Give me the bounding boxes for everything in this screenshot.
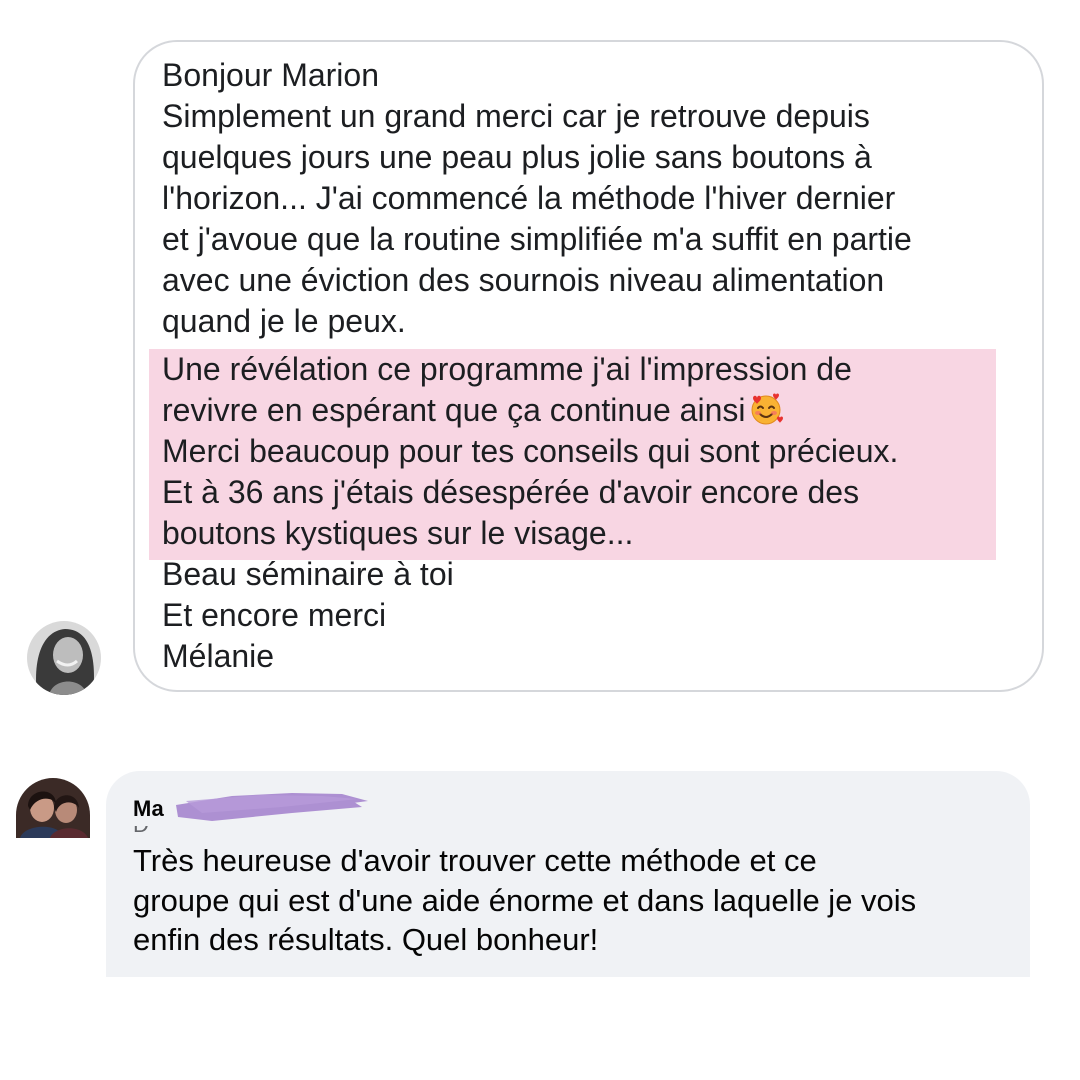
message-line: Merci beaucoup pour tes conseils qui son… (162, 433, 899, 469)
sender-avatar[interactable] (27, 621, 101, 695)
message-line: revivre en espérant que ça continue ains… (162, 390, 898, 431)
message-line: l'horizon... J'ai commencé la méthode l'… (162, 180, 896, 216)
redaction-scribble (176, 793, 368, 821)
message-line: Et à 36 ans j'étais désespérée d'avoir e… (162, 474, 860, 510)
smiling-face-with-hearts-emoji (749, 392, 784, 426)
message-line: et j'avoue que la routine simplifiée m'a… (162, 221, 912, 257)
comment-line: groupe qui est d'une aide énorme et dans… (133, 882, 917, 918)
message-line: boutons kystiques sur le visage... (162, 515, 634, 551)
comment-author-subtitle-text: D (133, 826, 253, 836)
message-line-text: revivre en espérant que ça continue ains… (162, 392, 746, 428)
comment-author-subtitle: D (133, 826, 253, 836)
message-line: Et encore merci (162, 597, 387, 633)
message-line: Mélanie (162, 638, 275, 674)
message-line: Beau séminaire à toi (162, 556, 454, 592)
message-text-closing: Beau séminaire à toi Et encore merci Mél… (162, 554, 454, 677)
message-line: avec une éviction des sournois niveau al… (162, 262, 885, 298)
commenter-avatar[interactable] (16, 778, 90, 838)
comment-line: Très heureuse d'avoir trouver cette méth… (133, 843, 817, 878)
person-avatar-icon (16, 778, 90, 838)
message-line: Une révélation ce programme j'ai l'impre… (162, 351, 852, 387)
message-line: quelques jours une peau plus jolie sans … (162, 139, 872, 175)
message-text-intro: Bonjour Marion Simplement un grand merci… (162, 55, 912, 342)
comment-line: enfin des résultats. Quel bonheur! (133, 922, 599, 957)
comment-text: Très heureuse d'avoir trouver cette méth… (133, 841, 916, 960)
person-avatar-icon (27, 621, 101, 695)
message-line: Bonjour Marion (162, 57, 379, 93)
comment-author-name[interactable]: Ma (133, 796, 164, 822)
message-line: Simplement un grand merci car je retrouv… (162, 98, 870, 134)
message-text-highlighted: Une révélation ce programme j'ai l'impre… (162, 349, 898, 554)
message-line: quand je le peux. (162, 303, 406, 339)
